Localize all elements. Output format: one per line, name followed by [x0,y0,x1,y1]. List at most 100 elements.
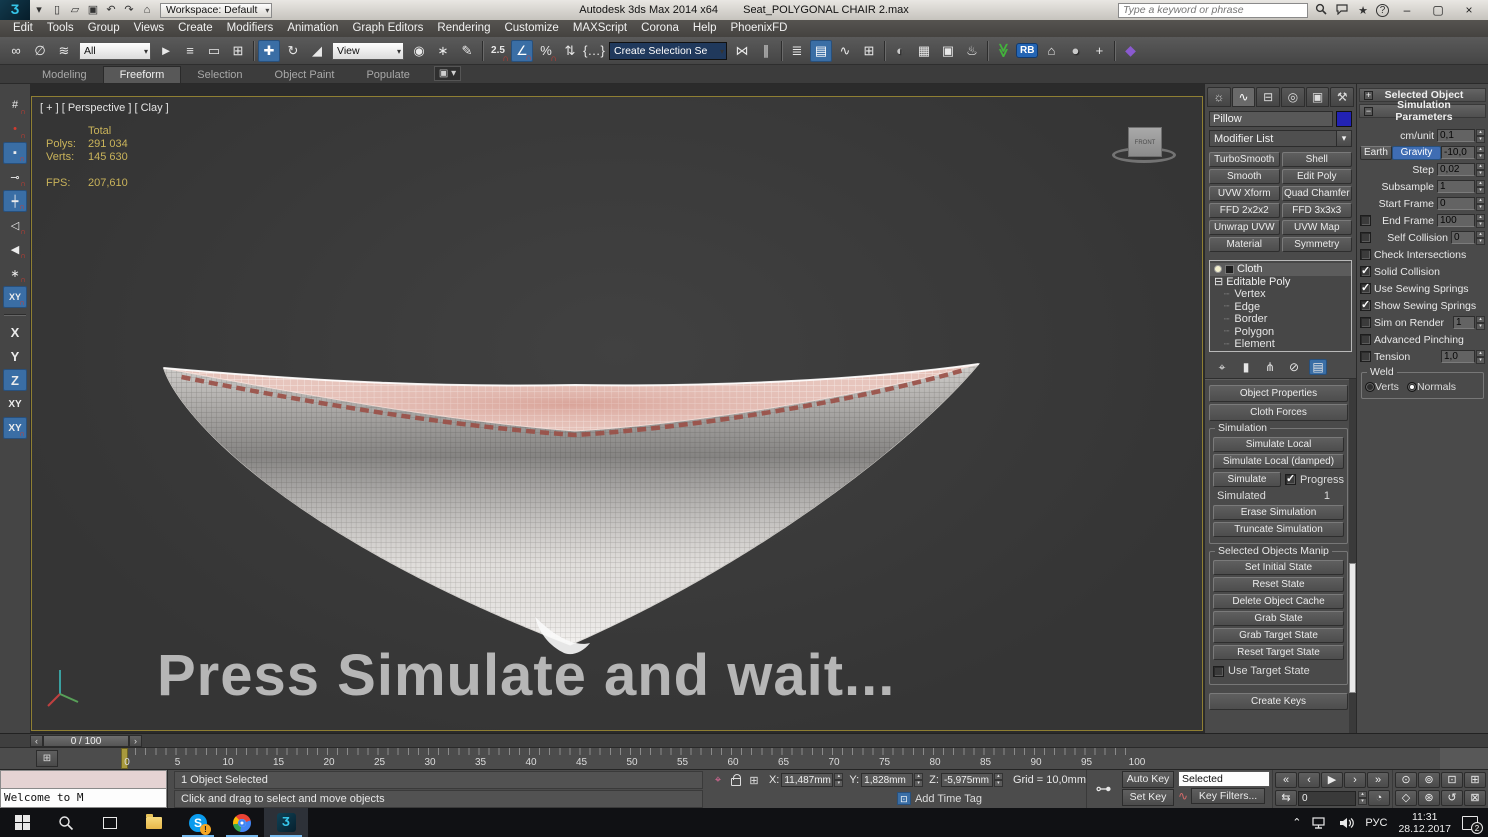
workspace-dropdown[interactable]: Workspace: Default [160,3,272,18]
close-button[interactable]: × [1456,3,1482,17]
curve-editor-icon[interactable]: ∿ [834,40,856,62]
collapse-icon[interactable]: ⊟ [1214,275,1223,288]
tangent-snap-button[interactable]: ∗∩ [3,262,27,284]
select-and-rotate-icon[interactable]: ↻ [282,40,304,62]
menu-corona[interactable]: Corona [634,20,686,37]
cloth-forces-button[interactable]: Cloth Forces [1209,404,1348,421]
named-selection-set-combo[interactable]: Create Selection Se [609,42,727,60]
make-unique-icon[interactable]: ⋔ [1261,359,1279,375]
cm-unit-field[interactable]: 0,1 [1437,129,1475,142]
x-coordinate-field[interactable]: 11,487mm [781,773,833,787]
self-collision-field[interactable]: 0 [1451,231,1475,244]
next-frame-button[interactable]: › [1344,772,1366,788]
tension-checkbox[interactable] [1360,351,1371,362]
file-explorer-icon[interactable] [132,808,176,837]
erase-simulation-button[interactable]: Erase Simulation [1213,505,1344,520]
ribbon-tab-populate[interactable]: Populate [350,67,425,83]
utilities-tab-icon[interactable]: ⚒ [1330,87,1354,107]
show-sewing-springs-checkbox[interactable] [1360,300,1371,311]
sim-on-render-spinner[interactable]: ▴▾ [1476,316,1485,330]
gravity-spinner[interactable]: ▴▾ [1476,146,1485,160]
viewport-label[interactable]: [ + ] [ Perspective ] [ Clay ] [40,102,169,114]
menu-rendering[interactable]: Rendering [430,20,497,37]
stack-subitem-vertex[interactable]: ┈Vertex [1210,288,1351,301]
stack-item-editable-poly[interactable]: ⊟ Editable Poly [1210,276,1351,289]
set-initial-state-button[interactable]: Set Initial State [1213,560,1344,575]
track-bar[interactable]: ⊞ 05101520253035404550556065707580859095… [0,747,1488,769]
solid-collision-checkbox[interactable] [1360,266,1371,277]
modifier-list-dropdown[interactable]: Modifier List ▾ [1209,130,1352,147]
window-crossing-icon[interactable]: ⊞ [227,40,249,62]
perspective-viewport[interactable]: [ + ] [ Perspective ] [ Clay ] Total Pol… [31,96,1203,731]
volume-icon[interactable] [1339,817,1354,829]
restore-button[interactable]: ▢ [1425,3,1451,17]
check-intersections-checkbox[interactable] [1360,249,1371,260]
pan-button[interactable]: ⊛ [1418,790,1440,806]
truncate-simulation-button[interactable]: Truncate Simulation [1213,522,1344,537]
percent-snap-toggle-icon[interactable]: %∩ [535,40,557,62]
shell-button[interactable]: Shell [1282,152,1353,167]
tension-spinner[interactable]: ▴▾ [1476,350,1485,364]
named-selection-sets-icon[interactable]: {…} [583,40,605,62]
render-production-icon[interactable]: ♨ [961,40,983,62]
maxscript-mini-listener[interactable]: Welcome to M [0,770,168,808]
pivot-snap-button[interactable]: •∩ [3,118,27,140]
use-pivot-point-center-icon[interactable]: ◉ [408,40,430,62]
spinner-snap-toggle-icon[interactable]: ⇅ [559,40,581,62]
clock[interactable]: 11:31 28.12.2017 [1398,811,1451,835]
key-lock-icon[interactable]: ⊶ [1086,770,1120,808]
ribbon-tab-object-paint[interactable]: Object Paint [259,67,351,83]
progress-checkbox[interactable] [1285,474,1296,485]
menu-edit[interactable]: Edit [6,20,40,37]
use-sewing-springs-checkbox[interactable] [1360,283,1371,294]
axis-constraint-y-button[interactable]: Y [3,345,27,367]
previous-frame-arrow[interactable]: ‹ [30,735,43,747]
end-frame-spinner[interactable]: ▴▾ [1476,214,1485,228]
axis-constraint-x-button[interactable]: X [3,321,27,343]
logo-caret-icon[interactable]: ▾ [31,2,47,18]
angle-snap-toggle-icon[interactable]: ∠∩ [511,40,533,62]
time-slider-thumb[interactable]: 0 / 100 [43,735,129,747]
play-button[interactable]: ▶ [1321,772,1343,788]
skype-icon[interactable]: S! [176,808,220,837]
railclone-rb-icon[interactable]: RB [1016,40,1038,62]
zoom-extents-all-button[interactable]: ⊞ [1464,772,1486,788]
start-frame-field[interactable]: 0 [1437,197,1475,210]
isolate-selection-icon[interactable]: ⌖ [709,772,727,788]
motion-tab-icon[interactable]: ◎ [1281,87,1305,107]
absolute-relative-toggle-icon[interactable]: ⊞ [745,772,763,788]
step-spinner[interactable]: ▴▾ [1476,163,1485,177]
menu-tools[interactable]: Tools [40,20,81,37]
select-and-manipulate-icon[interactable]: ∗ [432,40,454,62]
grid-snap-button[interactable]: #∩ [3,94,27,116]
help-search-input[interactable]: Type a keyword or phrase [1118,3,1308,18]
object-name-field[interactable]: Pillow [1209,111,1333,127]
key-filters-button[interactable]: Key Filters... [1191,788,1265,804]
action-center-icon[interactable]: 2 [1462,816,1478,830]
hierarchy-tab-icon[interactable]: ⊟ [1256,87,1280,107]
menu-help[interactable]: Help [686,20,724,37]
time-tag-icon[interactable]: ⊡ [897,792,911,805]
gravity-button[interactable]: Gravity [1392,146,1441,160]
select-object-icon[interactable]: ► [155,40,177,62]
add-plugin-icon[interactable]: + [1088,40,1110,62]
axis-constraint-xy-button[interactable]: XY [3,393,27,415]
add-time-tag-label[interactable]: Add Time Tag [915,793,982,805]
modifier-enabled-bulb-icon[interactable] [1214,265,1222,273]
open-mini-curve-editor-icon[interactable]: ⊞ [36,750,58,767]
time-slider-track[interactable]: ‹ 0 / 100 › [30,735,142,747]
forest-pack-icon[interactable]: ⌂ [1040,40,1062,62]
network-icon[interactable] [1312,817,1328,829]
gravity-field[interactable]: -10,0 [1441,146,1475,159]
snaps-toggle-icon[interactable]: 2.5∩ [487,40,509,62]
app-logo-icon[interactable]: Ӡ [0,0,30,20]
display-tab-icon[interactable]: ▣ [1306,87,1330,107]
tension-field[interactable]: 1,0 [1441,350,1475,363]
y-spinner[interactable]: ▴▾ [914,773,923,787]
modify-tab-icon[interactable]: ∿ [1232,87,1256,107]
grab-target-state-button[interactable]: Grab Target State [1213,628,1344,643]
vertex-snap-button[interactable]: ▪∩ [3,142,27,164]
menu-views[interactable]: Views [127,20,171,37]
xy-plane-snap-button[interactable]: XY∩ [3,286,27,308]
communication-center-icon[interactable] [1334,3,1350,18]
